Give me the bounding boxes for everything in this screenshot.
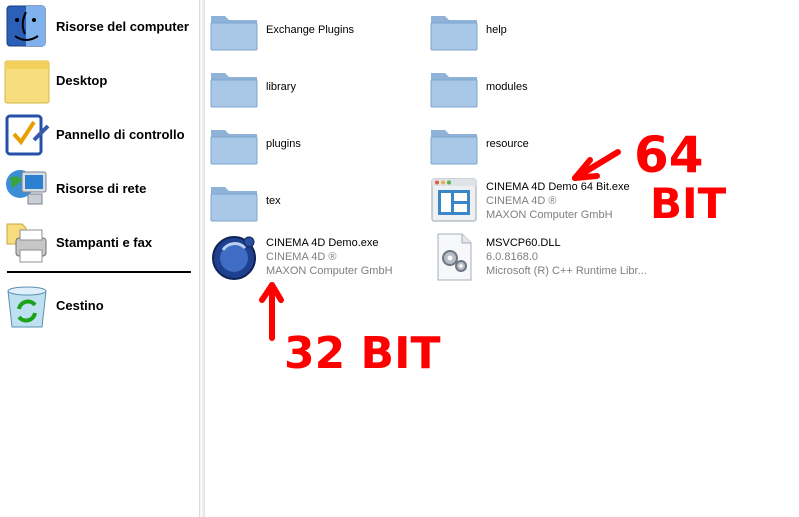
sidebar-item-network[interactable]: Risorse di rete bbox=[0, 164, 199, 214]
file-name: modules bbox=[486, 81, 528, 93]
file-name: resource bbox=[486, 138, 529, 150]
file-list: Exchange Plugins help library modules pl… bbox=[205, 0, 799, 517]
file-version: 6.0.8168.0 bbox=[486, 251, 538, 263]
printer-icon bbox=[4, 220, 50, 266]
my-computer-icon bbox=[4, 4, 50, 50]
sidebar-item-recycle-bin[interactable]: Cestino bbox=[0, 281, 199, 331]
sidebar-item-label: Pannello di controllo bbox=[56, 127, 185, 142]
recycle-bin-icon bbox=[4, 283, 50, 329]
file-name: CINEMA 4D Demo 64 Bit.exe bbox=[486, 181, 630, 193]
file-name: tex bbox=[266, 195, 281, 207]
file-item-msvcp60-dll[interactable]: MSVCP60.DLL 6.0.8168.0 Microsoft (R) C++… bbox=[429, 232, 647, 284]
sidebar-item-label: Stampanti e fax bbox=[56, 235, 153, 250]
folder-icon bbox=[209, 63, 259, 113]
sidebar-item-label: Desktop bbox=[56, 73, 108, 88]
application-window-icon bbox=[429, 175, 479, 225]
desktop-folder-icon bbox=[4, 58, 50, 104]
network-icon bbox=[4, 166, 50, 212]
file-company: Microsoft (R) C++ Runtime Libr... bbox=[486, 265, 647, 277]
file-item-cinema4d-64bit[interactable]: CINEMA 4D Demo 64 Bit.exe CINEMA 4D ® MA… bbox=[429, 175, 644, 227]
file-name: help bbox=[486, 24, 507, 36]
file-item-help[interactable]: help bbox=[429, 6, 644, 58]
file-item-library[interactable]: library bbox=[209, 63, 424, 115]
sidebar-item-label: Cestino bbox=[56, 298, 104, 313]
file-name: Exchange Plugins bbox=[266, 24, 355, 36]
file-name: CINEMA 4D Demo.exe bbox=[266, 237, 379, 249]
file-company: MAXON Computer GmbH bbox=[486, 209, 613, 221]
cinema4d-icon bbox=[209, 232, 259, 282]
file-item-cinema4d-demo[interactable]: CINEMA 4D Demo.exe CINEMA 4D ® MAXON Com… bbox=[209, 232, 424, 284]
file-description: CINEMA 4D ® bbox=[486, 195, 557, 207]
file-item-plugins[interactable]: plugins bbox=[209, 120, 424, 172]
file-item-modules[interactable]: modules bbox=[429, 63, 644, 115]
folder-icon bbox=[209, 120, 259, 170]
control-panel-icon bbox=[4, 112, 50, 158]
sidebar-separator bbox=[7, 271, 191, 273]
sidebar-item-label: Risorse di rete bbox=[56, 181, 147, 196]
file-name: MSVCP60.DLL bbox=[486, 237, 561, 249]
folder-icon bbox=[209, 177, 259, 227]
folder-icon bbox=[429, 6, 479, 56]
file-company: MAXON Computer GmbH bbox=[266, 265, 393, 277]
sidebar-item-printers[interactable]: Stampanti e fax bbox=[0, 218, 199, 268]
sidebar: Risorse del computer Desktop Pannello di… bbox=[0, 0, 199, 517]
file-item-tex[interactable]: tex bbox=[209, 177, 424, 229]
folder-icon bbox=[429, 63, 479, 113]
sidebar-item-desktop[interactable]: Desktop bbox=[0, 56, 199, 106]
sidebar-item-control-panel[interactable]: Pannello di controllo bbox=[0, 110, 199, 160]
file-item-exchange-plugins[interactable]: Exchange Plugins bbox=[209, 6, 424, 58]
folder-icon bbox=[429, 120, 479, 170]
file-item-resource[interactable]: resource bbox=[429, 120, 644, 172]
file-name: plugins bbox=[266, 138, 301, 150]
dll-gears-icon bbox=[429, 232, 479, 282]
sidebar-item-my-computer[interactable]: Risorse del computer bbox=[0, 2, 199, 52]
sidebar-item-label: Risorse del computer bbox=[56, 19, 189, 34]
file-description: CINEMA 4D ® bbox=[266, 251, 337, 263]
folder-icon bbox=[209, 6, 259, 56]
file-name: library bbox=[266, 81, 296, 93]
